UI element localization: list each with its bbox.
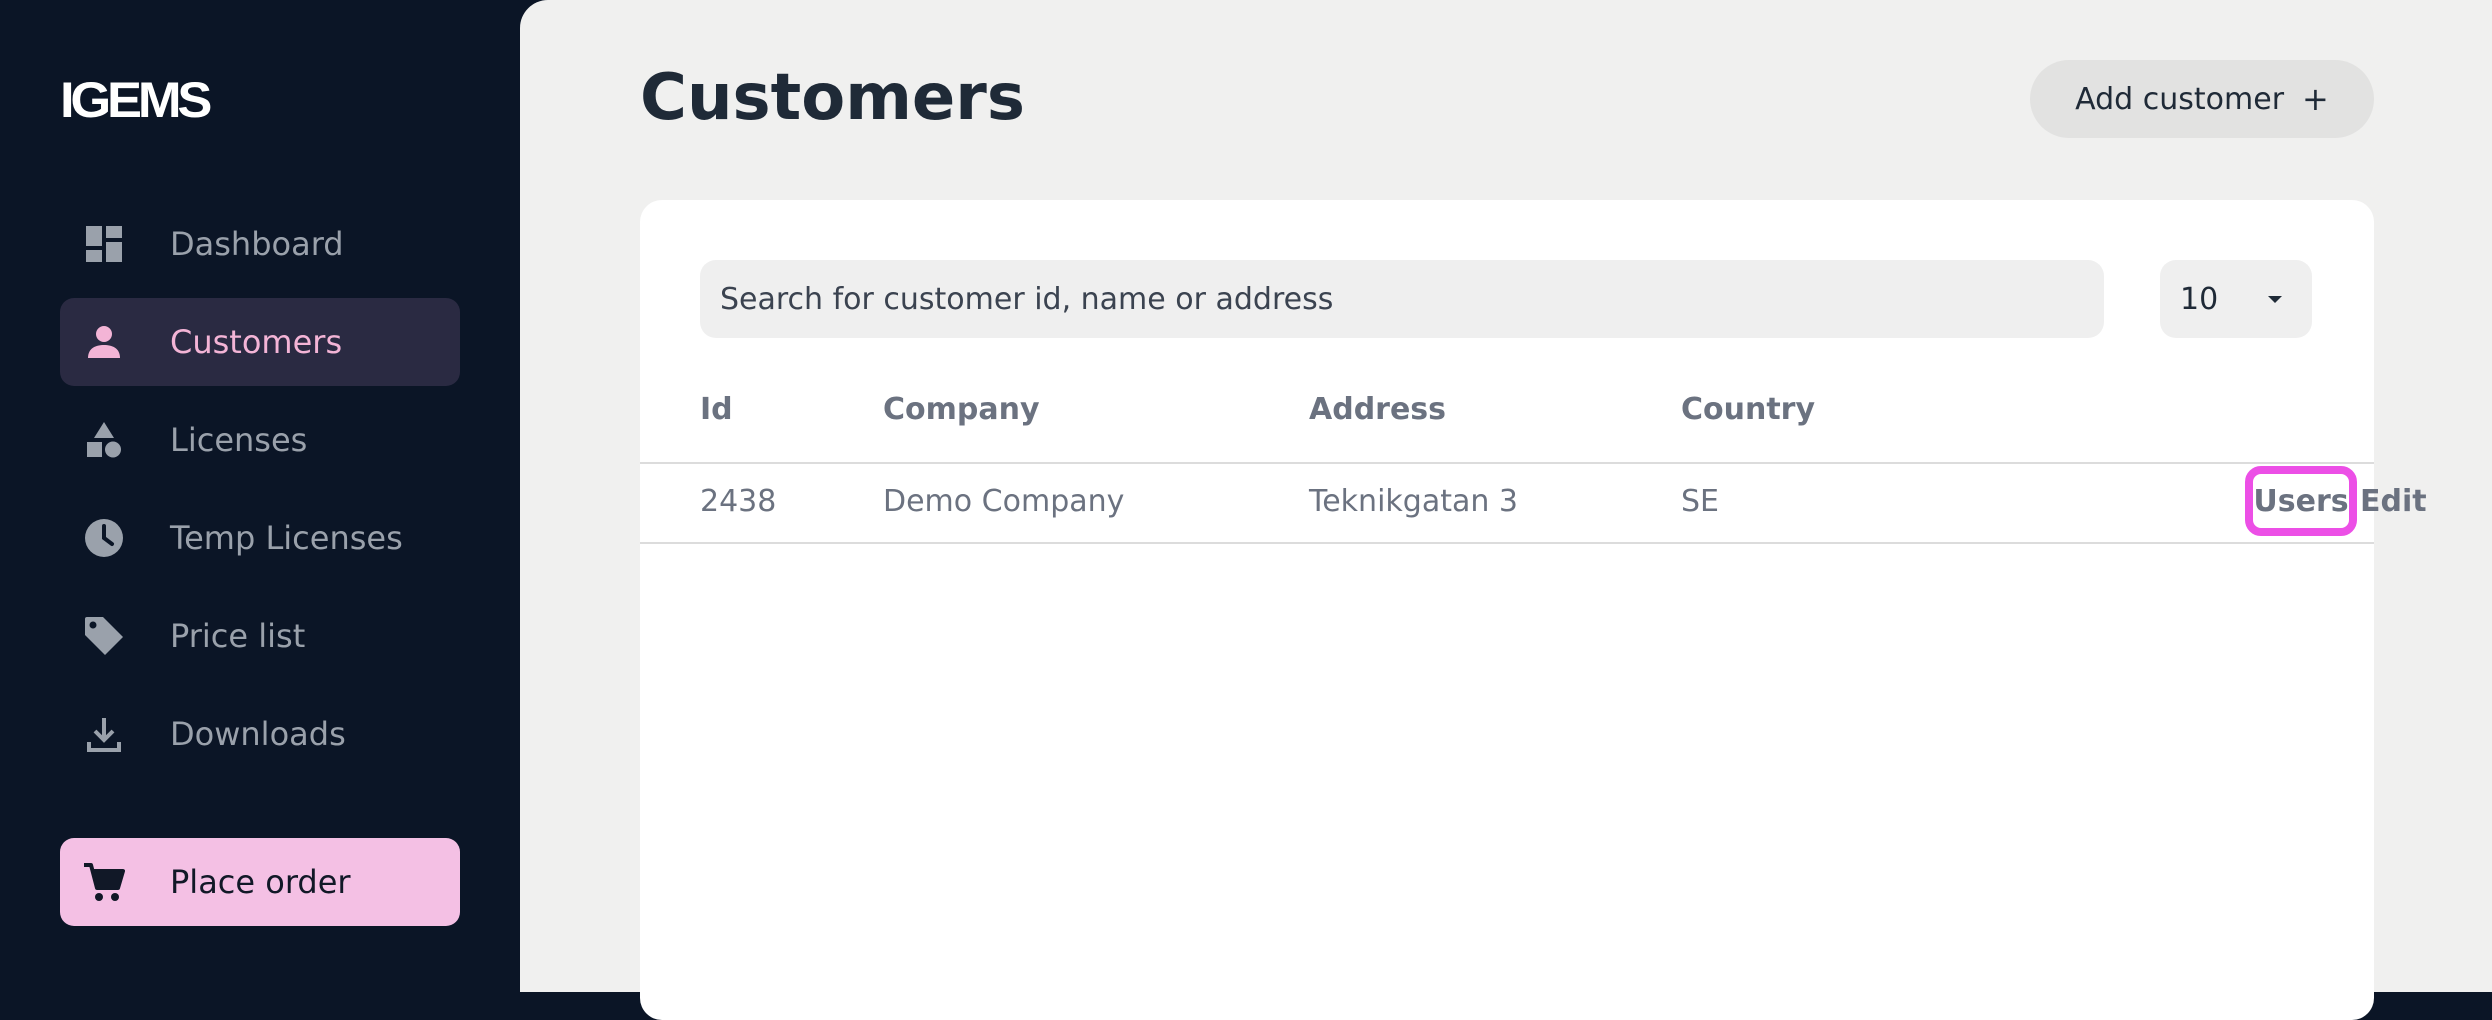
sidebar: IGEMS Dashboard Customers Licenses Temp … — [0, 0, 520, 992]
sidebar-item-downloads[interactable]: Downloads — [60, 690, 460, 778]
cell-address: Teknikgatan 3 — [1309, 484, 1518, 519]
page-size-select[interactable]: 10 — [2160, 260, 2312, 338]
customers-card: 10 Id Company Address Country 2438 Demo … — [640, 200, 2427, 1020]
users-link[interactable]: Users — [2245, 466, 2357, 536]
sidebar-item-customers[interactable]: Customers — [60, 298, 460, 386]
table-header: Id Company Address Country — [640, 390, 2374, 464]
sidebar-item-temp-licenses[interactable]: Temp Licenses — [60, 494, 460, 582]
table-row: 2438 Demo Company Teknikgatan 3 SE Users… — [640, 464, 2427, 544]
place-order-button[interactable]: Place order — [60, 838, 460, 926]
shapes-icon — [80, 416, 128, 464]
tag-icon — [80, 612, 128, 660]
add-customer-button[interactable]: Add customer + — [2030, 60, 2374, 138]
igems-logo[interactable]: IGEMS — [60, 75, 212, 125]
dashboard-icon — [80, 220, 128, 268]
search-input[interactable] — [700, 260, 2104, 338]
sidebar-item-licenses[interactable]: Licenses — [60, 396, 460, 484]
main-content: Customers Add customer + 10 Id Company A… — [520, 0, 2492, 1020]
sidebar-item-dashboard[interactable]: Dashboard — [60, 200, 460, 288]
clock-icon — [80, 514, 128, 562]
sidebar-item-label: Licenses — [170, 421, 308, 459]
sidebar-item-price-list[interactable]: Price list — [60, 592, 460, 680]
plus-icon: + — [2302, 80, 2329, 118]
cart-icon — [80, 858, 128, 906]
person-icon — [80, 318, 128, 366]
cell-company: Demo Company — [883, 484, 1125, 519]
cell-id: 2438 — [700, 484, 777, 519]
column-header-country[interactable]: Country — [1681, 390, 1815, 430]
add-customer-label: Add customer — [2075, 81, 2285, 117]
sidebar-item-label: Downloads — [170, 715, 346, 753]
edit-link[interactable]: Edit — [2360, 482, 2427, 522]
download-icon — [80, 710, 128, 758]
caret-down-icon — [2268, 296, 2282, 303]
place-order-label: Place order — [170, 863, 351, 901]
sidebar-item-label: Temp Licenses — [170, 519, 403, 557]
sidebar-item-label: Price list — [170, 617, 306, 655]
column-header-company[interactable]: Company — [883, 390, 1040, 430]
page-title: Customers — [640, 61, 1025, 135]
sidebar-item-label: Customers — [170, 323, 343, 361]
column-header-id[interactable]: Id — [700, 390, 733, 430]
column-header-address[interactable]: Address — [1309, 390, 1446, 430]
sidebar-item-label: Dashboard — [170, 225, 344, 263]
cell-country: SE — [1681, 484, 1719, 519]
page-size-value: 10 — [2180, 281, 2219, 317]
sidebar-nav: Dashboard Customers Licenses Temp Licens… — [60, 200, 460, 788]
